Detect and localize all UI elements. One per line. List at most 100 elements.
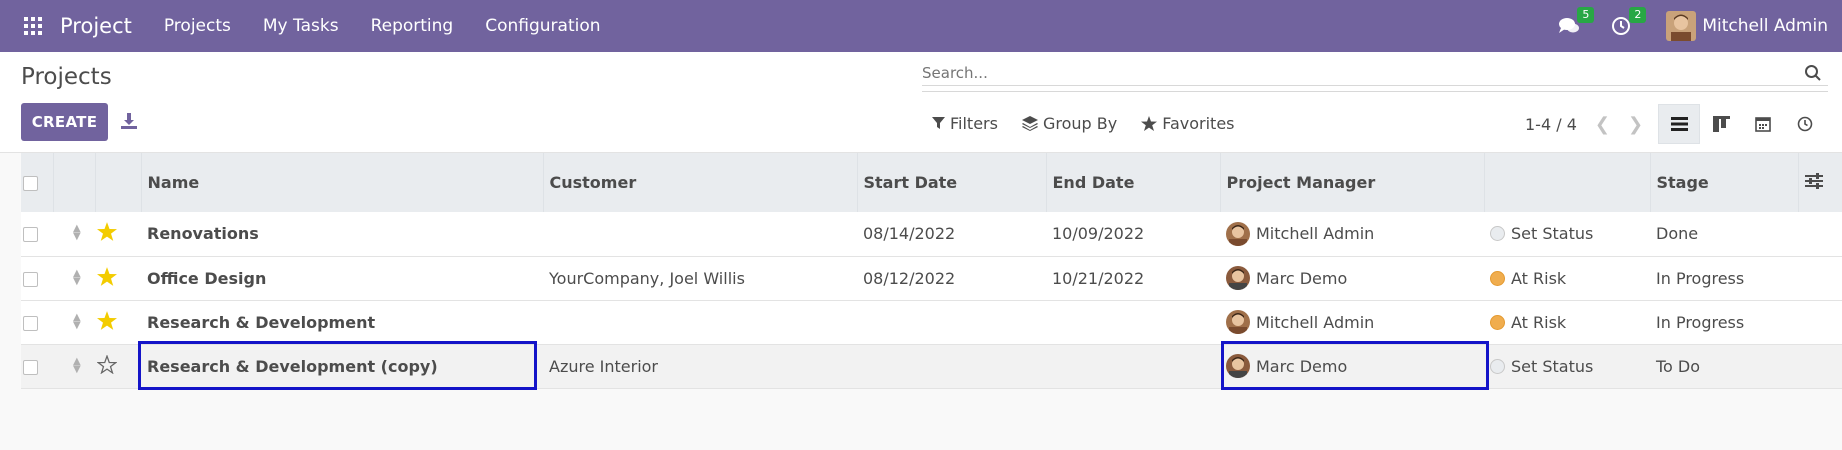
row-customer[interactable]: YourCompany, Joel Willis: [543, 256, 857, 300]
status-label: At Risk: [1511, 312, 1567, 332]
favorites-label: Favorites: [1162, 114, 1235, 133]
list-view-icon[interactable]: [1658, 104, 1700, 144]
status-dot-icon: [1490, 358, 1505, 374]
download-icon[interactable]: [120, 112, 138, 130]
activities-clock-icon[interactable]: 2: [1608, 7, 1647, 39]
header-start-date[interactable]: Start Date: [857, 153, 1047, 212]
calendar-view-icon[interactable]: [1742, 104, 1784, 144]
row-end-date[interactable]: [1046, 300, 1220, 344]
row-checkbox[interactable]: [23, 359, 38, 375]
select-all-checkbox[interactable]: [23, 176, 38, 191]
handle-header: [53, 153, 96, 212]
drag-handle-icon[interactable]: ▲ ▼: [73, 312, 81, 330]
favorite-header: [95, 153, 142, 212]
pager-prev-icon[interactable]: ❮: [1595, 114, 1610, 135]
row-checkbox[interactable]: [23, 227, 38, 243]
row-end-date[interactable]: 10/09/2022: [1046, 212, 1220, 256]
drag-handle-icon[interactable]: ▲ ▼: [73, 356, 81, 374]
drag-handle-icon[interactable]: ▲ ▼: [73, 268, 81, 286]
star-filled-icon[interactable]: [97, 266, 117, 290]
view-switcher: [1658, 104, 1826, 144]
row-stage[interactable]: Done: [1650, 212, 1798, 256]
manager-avatar: [1226, 221, 1250, 246]
groupby-toggle[interactable]: Group By: [1021, 114, 1118, 133]
menu-my-tasks[interactable]: My Tasks: [263, 16, 339, 36]
row-customer[interactable]: [543, 300, 857, 344]
menu-projects[interactable]: Projects: [164, 16, 231, 36]
row-end-date[interactable]: 10/21/2022: [1046, 256, 1220, 300]
top-navbar: Project Projects My Tasks Reporting Conf…: [0, 0, 1842, 52]
user-avatar: [1666, 11, 1697, 41]
star-icon: [1141, 116, 1158, 131]
header-end-date[interactable]: End Date: [1046, 153, 1221, 212]
row-name[interactable]: Renovations: [141, 212, 543, 256]
layers-icon: [1021, 116, 1038, 131]
status-dot-icon: [1490, 270, 1505, 286]
favorites-toggle[interactable]: Favorites: [1141, 114, 1235, 133]
star-filled-icon[interactable]: [97, 310, 117, 334]
manager-name: Marc Demo: [1256, 268, 1348, 288]
row-start-date[interactable]: [857, 300, 1046, 344]
row-status[interactable]: Set Status: [1490, 224, 1650, 243]
search-options: Filters Group By Favorites: [932, 114, 1259, 133]
row-status[interactable]: Set Status: [1490, 357, 1650, 376]
table-row[interactable]: ▲ ▼ Renovations 08/14/2022 10/09/2022 Mit…: [21, 212, 1842, 256]
star-outline-icon[interactable]: [96, 353, 118, 378]
kanban-view-icon[interactable]: [1700, 104, 1742, 144]
search-icon[interactable]: [1804, 64, 1822, 86]
table-header-row: Name Customer Start Date End Date Projec…: [21, 153, 1842, 212]
search-input[interactable]: [922, 58, 1782, 88]
messages-icon[interactable]: 5: [1556, 7, 1595, 39]
row-customer[interactable]: Azure Interior: [543, 344, 857, 388]
row-name[interactable]: Office Design: [141, 256, 543, 300]
row-project-manager[interactable]: Mitchell Admin: [1226, 310, 1484, 334]
row-start-date[interactable]: 08/14/2022: [857, 212, 1046, 256]
optional-columns-icon[interactable]: [1798, 153, 1842, 212]
row-project-manager[interactable]: Mitchell Admin: [1226, 221, 1484, 246]
row-project-manager[interactable]: Marc Demo: [1226, 266, 1484, 290]
header-name[interactable]: Name: [141, 153, 544, 212]
row-checkbox[interactable]: [23, 315, 38, 331]
apps-grid-icon[interactable]: [20, 13, 46, 39]
create-button[interactable]: CREATE: [21, 103, 108, 141]
menu-reporting[interactable]: Reporting: [371, 16, 454, 36]
row-stage[interactable]: In Progress: [1650, 300, 1798, 344]
header-stage[interactable]: Stage: [1650, 153, 1799, 212]
filters-label: Filters: [950, 114, 998, 133]
manager-avatar: [1226, 310, 1250, 334]
header-project-manager[interactable]: Project Manager: [1220, 153, 1485, 212]
header-customer[interactable]: Customer: [543, 153, 858, 212]
row-status[interactable]: At Risk: [1490, 313, 1650, 332]
row-stage[interactable]: To Do: [1650, 344, 1798, 388]
status-label: Set Status: [1511, 356, 1594, 376]
header-status[interactable]: [1484, 153, 1651, 212]
activities-badge: 2: [1629, 7, 1647, 23]
manager-name: Mitchell Admin: [1256, 312, 1375, 332]
menu-configuration[interactable]: Configuration: [485, 16, 600, 36]
row-start-date[interactable]: 08/12/2022: [857, 256, 1046, 300]
pager-next-icon[interactable]: ❯: [1628, 114, 1643, 135]
app-brand[interactable]: Project: [60, 14, 132, 38]
highlight-box-name: [138, 341, 537, 390]
row-customer[interactable]: [543, 212, 857, 256]
table-row[interactable]: ▲ ▼ Office Design YourCompany, Joel Willi…: [21, 256, 1842, 300]
row-start-date[interactable]: [857, 344, 1046, 388]
pager-value[interactable]: 1-4 / 4: [1525, 115, 1577, 134]
row-stage[interactable]: In Progress: [1650, 256, 1798, 300]
drag-handle-icon[interactable]: ▲ ▼: [73, 224, 81, 242]
filter-icon: [932, 117, 945, 129]
pager: 1-4 / 4 ❮ ❯: [1525, 114, 1643, 135]
row-checkbox[interactable]: [23, 271, 38, 287]
highlight-box-manager: [1221, 341, 1489, 390]
row-name[interactable]: Research & Development: [141, 300, 543, 344]
activity-view-icon[interactable]: [1784, 104, 1826, 144]
table-row[interactable]: ▲ ▼ Research & Development Mitchell Admin…: [21, 300, 1842, 344]
groupby-label: Group By: [1042, 114, 1118, 133]
filters-toggle[interactable]: Filters: [932, 114, 998, 133]
row-status[interactable]: At Risk: [1490, 269, 1650, 288]
search-field: [922, 58, 1828, 92]
star-filled-icon[interactable]: [97, 222, 117, 245]
row-end-date[interactable]: [1046, 344, 1220, 388]
user-menu[interactable]: Mitchell Admin: [1666, 11, 1828, 41]
status-dot-icon: [1490, 226, 1505, 242]
